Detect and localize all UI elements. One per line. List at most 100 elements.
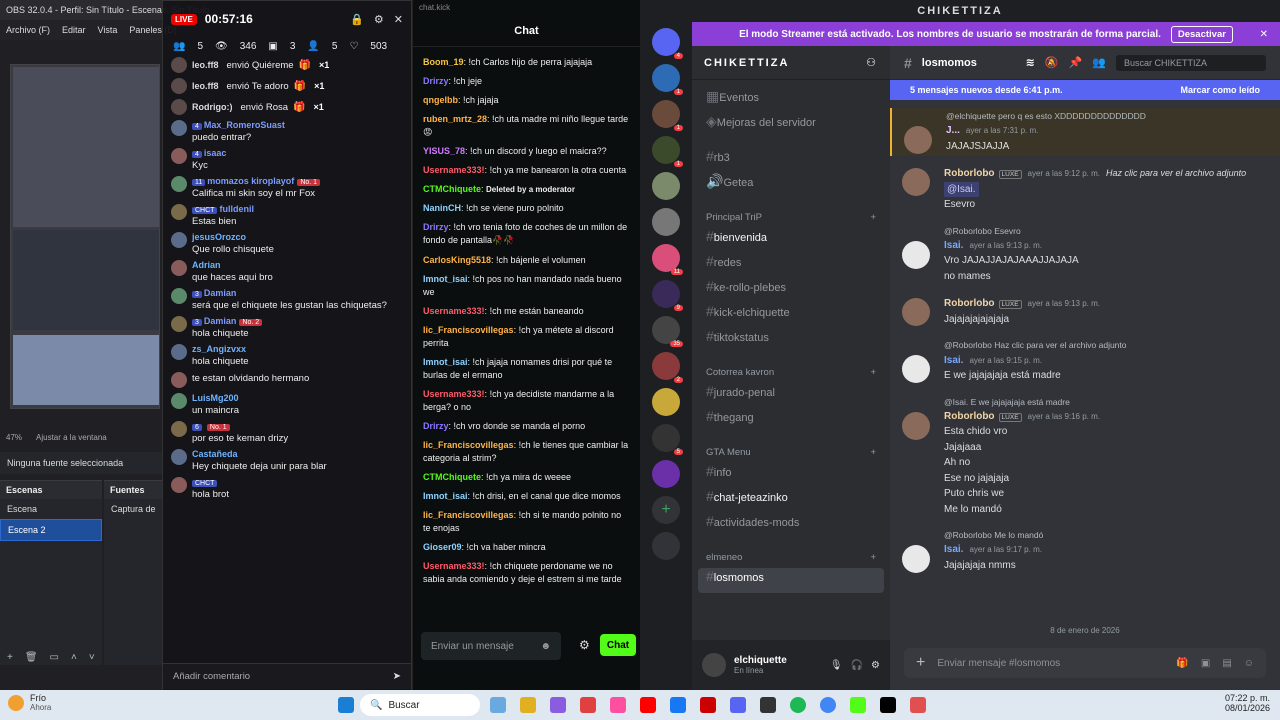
kick-username[interactable]: Imnot_isai <box>423 491 468 501</box>
comment-input[interactable]: Añadir comentario <box>173 671 250 682</box>
menu-vista[interactable]: Vista <box>98 25 118 35</box>
reply-preview[interactable]: @Isai. E we jajajajaja está madre <box>944 396 1268 409</box>
add-channel-icon[interactable]: + <box>870 552 876 563</box>
menu-archivo[interactable]: Archivo (F) <box>6 25 50 35</box>
chrome-icon[interactable] <box>820 697 836 713</box>
sticker-icon[interactable]: ▤ <box>1222 658 1231 669</box>
avatar[interactable] <box>902 355 930 384</box>
gift-icon[interactable]: 🎁 <box>1176 658 1188 669</box>
kick-username[interactable]: lic_Franciscovillegas <box>423 510 514 520</box>
channel-item-info[interactable]: #info <box>692 463 890 488</box>
kick-send-button[interactable]: Chat <box>600 634 636 656</box>
kick-username[interactable]: qngelbb <box>423 95 458 105</box>
pin-icon[interactable]: 📌 <box>1069 56 1083 69</box>
server-icon[interactable] <box>652 460 680 488</box>
add-scene-icon[interactable]: + <box>7 652 13 663</box>
boosts-item[interactable]: ◈Mejoras del servidor <box>692 113 890 138</box>
avatar[interactable] <box>902 298 930 327</box>
app-icon[interactable] <box>610 697 626 713</box>
discord-icon[interactable] <box>730 697 746 713</box>
taskbar-search[interactable]: 🔍 Buscar <box>360 694 480 716</box>
lock-icon[interactable]: 🔒 <box>350 13 364 26</box>
add-channel-icon[interactable]: + <box>870 212 876 223</box>
emoji-icon[interactable]: ☺ <box>1244 658 1254 669</box>
kick-username[interactable]: CTMChiquete <box>423 184 481 194</box>
message-author[interactable]: Isai. <box>944 544 963 555</box>
deactivate-button[interactable]: Desactivar <box>1170 25 1233 43</box>
message-author[interactable]: Isai. <box>944 355 963 366</box>
tiktok-icon[interactable] <box>880 697 896 713</box>
kick-username[interactable]: CarlosKing5518 <box>423 255 491 265</box>
add-member-icon[interactable]: ⚇ <box>866 56 878 69</box>
gear-icon[interactable]: ⚙ <box>374 13 384 26</box>
reply-preview[interactable]: @Roborlobo Haz clic para ver el archivo … <box>944 339 1268 352</box>
discord-home-icon[interactable]: 4 <box>652 28 683 59</box>
kick-icon[interactable] <box>850 697 866 713</box>
weather-widget[interactable]: Frío Ahora <box>8 693 51 712</box>
close-banner-icon[interactable]: ✕ <box>1260 29 1268 40</box>
kick-username[interactable]: Imnot_isai <box>423 274 468 284</box>
server-icon[interactable]: 9 <box>652 280 683 311</box>
scene-item[interactable]: Escena <box>0 499 102 519</box>
channel-item-actividades-mods[interactable]: #actividades-mods <box>692 513 890 538</box>
server-icon[interactable]: 11 <box>652 244 683 275</box>
kick-username[interactable]: Imnot_isai <box>423 357 468 367</box>
settings-icon[interactable]: ⚙ <box>579 638 590 652</box>
server-icon[interactable]: 2 <box>652 352 683 383</box>
avatar[interactable] <box>902 545 930 574</box>
bell-icon[interactable]: 🔕 <box>1045 56 1059 69</box>
avatar[interactable] <box>902 168 930 197</box>
kick-username[interactable]: Username333! <box>423 561 485 571</box>
message-author[interactable]: Isai. <box>944 240 963 251</box>
events-item[interactable]: ▦Eventos <box>692 88 890 113</box>
emoji-icon[interactable]: ☻ <box>540 641 551 652</box>
guild-header[interactable]: CHIKETTIZA ⚇ <box>692 46 890 80</box>
reply-preview[interactable]: @elchiquette pero q es esto XDDDDDDDDDDD… <box>946 110 1268 123</box>
server-icon[interactable] <box>652 172 680 200</box>
youtube-icon[interactable] <box>640 697 656 713</box>
channel-item-kick-elchiquette[interactable]: #kick-elchiquette <box>692 303 890 328</box>
send-icon[interactable]: ➤ <box>393 671 401 682</box>
scene-item-selected[interactable]: Escena 2 <box>0 519 102 541</box>
server-icon[interactable]: 35 <box>652 316 683 347</box>
discover-icon[interactable] <box>652 532 680 560</box>
channel-category[interactable]: Cotorrea kavron + <box>692 361 890 383</box>
kick-username[interactable]: Username333! <box>423 306 485 316</box>
add-attachment-icon[interactable]: + <box>916 654 925 672</box>
message-author[interactable]: Roborlobo <box>944 411 995 422</box>
menu-editar[interactable]: Editar <box>62 25 86 35</box>
server-icon[interactable] <box>652 208 680 236</box>
kick-username[interactable]: Username333! <box>423 389 485 399</box>
kick-username[interactable]: Drirzy <box>423 222 449 232</box>
headphones-icon[interactable]: 🎧 <box>851 660 863 671</box>
facebook-icon[interactable] <box>670 697 686 713</box>
reply-preview[interactable]: @Roborlobo Esevro <box>944 225 1268 238</box>
channel-item-bienvenida[interactable]: #bienvenida <box>692 228 890 253</box>
mic-icon[interactable]: 🎙 <box>830 660 843 671</box>
channel-item-thegang[interactable]: #thegang <box>692 408 890 433</box>
message-author[interactable]: Roborlobo <box>944 298 995 309</box>
spotify-icon[interactable] <box>790 697 806 713</box>
kick-username[interactable]: YISUS_78 <box>423 146 465 156</box>
close-icon[interactable]: ✕ <box>394 13 403 26</box>
kick-username[interactable]: lic_Franciscovillegas <box>423 440 514 450</box>
server-icon[interactable]: 1 <box>652 64 683 95</box>
channel-item-ke-rollo-plebes[interactable]: #ke-rollo-plebes <box>692 278 890 303</box>
message-author[interactable]: Roborlobo <box>944 168 995 179</box>
gear-icon[interactable]: ⚙ <box>871 660 880 671</box>
add-channel-icon[interactable]: + <box>870 367 876 378</box>
obs-preview[interactable] <box>10 64 160 409</box>
members-icon[interactable]: 👥 <box>1092 56 1106 69</box>
channel-item-tiktokstatus[interactable]: #tiktokstatus <box>692 328 890 353</box>
channel-category[interactable]: elmeneo + <box>692 546 890 568</box>
app-icon[interactable] <box>580 697 596 713</box>
avatar[interactable] <box>702 653 726 677</box>
gif-icon[interactable]: ▣ <box>1201 658 1210 669</box>
channel-item-losmomos[interactable]: #losmomos <box>698 568 884 593</box>
zoom-level[interactable]: 47% <box>6 433 22 442</box>
netflix-icon[interactable] <box>700 697 716 713</box>
kick-username[interactable]: lic_Franciscovillegas <box>423 325 514 335</box>
message-author[interactable]: J... <box>946 125 960 136</box>
app-icon[interactable] <box>490 697 506 713</box>
kick-username[interactable]: Boom_19 <box>423 57 464 67</box>
